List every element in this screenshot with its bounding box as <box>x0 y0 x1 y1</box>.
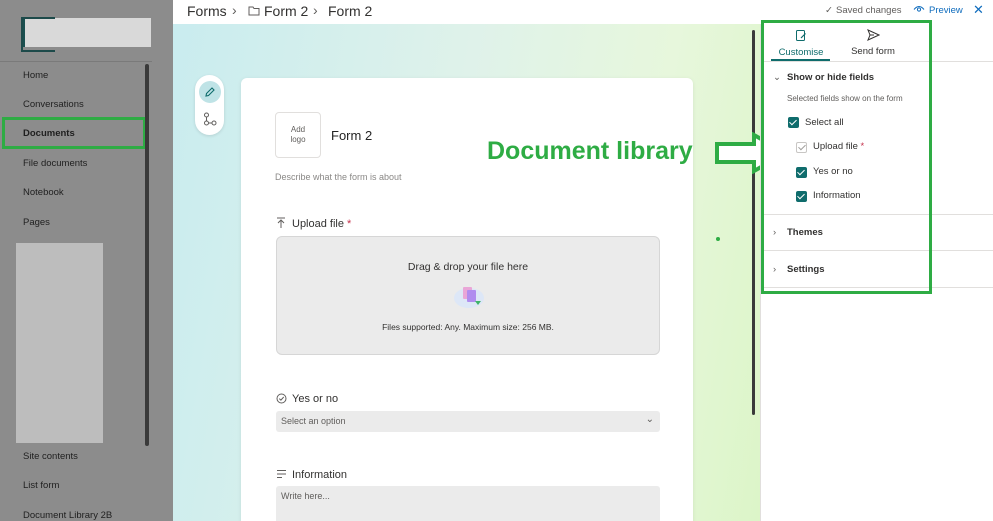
preview-button[interactable]: Preview <box>929 5 963 16</box>
sidebar-scrollbar[interactable] <box>145 64 149 446</box>
upload-field-label-text: Upload file <box>292 218 344 230</box>
text-lines-icon <box>276 469 287 482</box>
breadcrumb-form-2-current: Form 2 <box>328 3 373 19</box>
form-title[interactable]: Form 2 <box>331 128 372 143</box>
sidebar-item-documents[interactable]: Documents <box>23 128 75 139</box>
site-logo[interactable] <box>21 17 151 52</box>
required-mark: * <box>347 218 352 230</box>
breadcrumb-separator-icon: › <box>232 2 237 18</box>
form-description[interactable]: Describe what the form is about <box>275 172 402 182</box>
dropzone-title: Drag & drop your file here <box>407 261 529 273</box>
sidebar-overlay <box>152 0 173 521</box>
add-logo-button[interactable]: Add logo <box>275 112 321 158</box>
information-field-label: Information <box>292 469 348 481</box>
textarea-placeholder: Write here... <box>281 491 330 501</box>
sidebar-item-pages[interactable]: Pages <box>23 217 50 228</box>
status-dot <box>716 237 720 241</box>
preview-eye-icon[interactable] <box>913 5 925 17</box>
breadcrumb-form-2-folder[interactable]: Form 2 <box>264 3 308 19</box>
close-icon[interactable]: ✕ <box>973 2 984 18</box>
sidebar-item-site-contents[interactable]: Site contents <box>23 451 78 462</box>
information-textarea[interactable]: Write here... <box>276 486 660 521</box>
annotation-label: Document library <box>487 137 693 165</box>
sidebar-item-home[interactable]: Home <box>23 70 48 81</box>
select-placeholder: Select an option <box>281 416 346 426</box>
chevron-down-icon: ⌄ <box>645 414 654 425</box>
sidebar-item-document-library-2b[interactable]: Document Library 2B <box>23 510 112 521</box>
pencil-icon[interactable] <box>199 81 221 103</box>
panel-highlight-box <box>761 20 932 294</box>
breadcrumb-forms[interactable]: Forms <box>187 3 227 19</box>
file-dropzone[interactable]: Drag & drop your file here Files support… <box>276 236 660 355</box>
sidebar-item-notebook[interactable]: Notebook <box>23 187 64 198</box>
upload-cloud-icon <box>451 281 487 315</box>
breadcrumb-separator-icon: › <box>313 2 318 18</box>
branching-icon[interactable] <box>203 112 217 126</box>
dropzone-supported-text: Files supported: Any. Maximum size: 256 … <box>382 322 554 332</box>
yes-no-select[interactable]: Select an option ⌄ <box>276 411 660 432</box>
sidebar-redacted-items <box>16 243 103 443</box>
upload-field-label: Upload file * <box>292 218 351 230</box>
canvas-scrollbar[interactable] <box>752 30 755 415</box>
sidebar-item-list-form[interactable]: List form <box>23 480 59 491</box>
circle-check-icon <box>276 393 287 407</box>
folder-icon <box>248 3 260 19</box>
upload-arrow-icon <box>276 217 286 232</box>
sidebar-item-file-documents[interactable]: File documents <box>23 158 87 169</box>
saved-check-icon: ✓ <box>825 5 833 16</box>
yes-no-field-label: Yes or no <box>292 393 339 405</box>
saved-status: Saved changes <box>836 5 902 16</box>
sidebar-divider <box>0 61 152 62</box>
sidebar-item-conversations[interactable]: Conversations <box>23 99 84 110</box>
